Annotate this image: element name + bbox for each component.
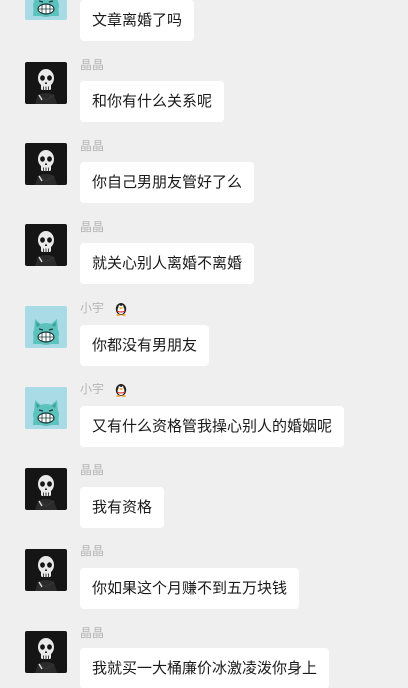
sender-name-row: 晶晶 <box>80 138 104 154</box>
blue-cat-avatar-icon[interactable] <box>25 387 67 429</box>
message-bubble[interactable]: 就关心别人离婚不离婚 <box>80 243 255 284</box>
sender-name[interactable]: 晶晶 <box>80 462 104 478</box>
sender-name-row: 晶晶 <box>80 543 104 559</box>
message-bubble[interactable]: 我有资格 <box>80 487 165 528</box>
qq-penguin-icon <box>114 381 128 397</box>
message-bubble[interactable]: 和你有什么关系呢 <box>80 81 225 122</box>
message-bubble[interactable]: 文章离婚了吗 <box>80 0 195 41</box>
skull-avatar-icon[interactable] <box>25 549 67 591</box>
sender-name[interactable]: 晶晶 <box>80 543 104 559</box>
sender-name-row: 晶晶 <box>80 219 104 235</box>
sender-name-row: 晶晶 <box>80 57 104 73</box>
sender-name[interactable]: 小宇 <box>80 300 104 316</box>
blue-cat-avatar-icon[interactable] <box>25 306 67 348</box>
sender-name[interactable]: 晶晶 <box>80 625 104 641</box>
chat-message-list[interactable]: 文章离婚了吗 晶晶 和你有什么关系呢 晶晶 你自己男朋友管好了么 晶晶 就关心别… <box>0 0 408 688</box>
sender-name[interactable]: 晶晶 <box>80 57 104 73</box>
blue-cat-avatar-icon[interactable] <box>25 0 67 20</box>
skull-avatar-icon[interactable] <box>25 468 67 510</box>
message-bubble[interactable]: 又有什么资格管我操心别人的婚姻呢 <box>80 406 345 447</box>
sender-name-row: 晶晶 <box>80 462 104 478</box>
skull-avatar-icon[interactable] <box>25 62 67 104</box>
sender-name-row: 小宇 <box>80 300 128 316</box>
sender-name-row: 小宇 <box>80 381 128 397</box>
sender-name[interactable]: 晶晶 <box>80 138 104 154</box>
message-bubble[interactable]: 我就买一大桶廉价冰激凌泼你身上 <box>80 648 330 688</box>
skull-avatar-icon[interactable] <box>25 143 67 185</box>
skull-avatar-icon[interactable] <box>25 631 67 673</box>
skull-avatar-icon[interactable] <box>25 224 67 266</box>
sender-name[interactable]: 晶晶 <box>80 219 104 235</box>
sender-name-row: 晶晶 <box>80 625 104 641</box>
sender-name[interactable]: 小宇 <box>80 381 104 397</box>
qq-penguin-icon <box>114 300 128 316</box>
message-bubble[interactable]: 你都没有男朋友 <box>80 325 210 366</box>
message-bubble[interactable]: 你如果这个月赚不到五万块钱 <box>80 568 300 609</box>
message-bubble[interactable]: 你自己男朋友管好了么 <box>80 162 255 203</box>
